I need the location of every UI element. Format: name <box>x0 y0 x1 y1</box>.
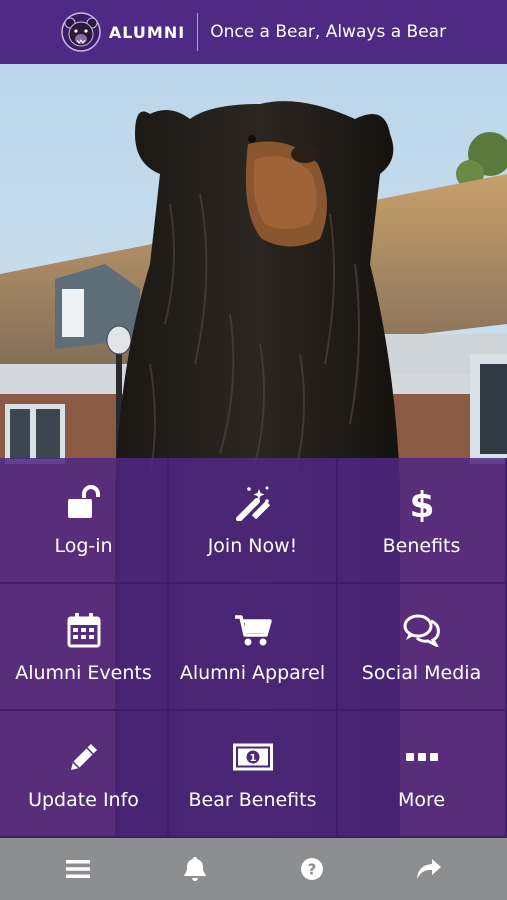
help-icon: ? <box>300 858 323 880</box>
tile-label: Log-in <box>54 535 113 557</box>
bear-logo-icon <box>61 12 101 52</box>
help-button[interactable]: ? <box>282 844 342 894</box>
tile-label: Alumni Events <box>15 661 152 684</box>
svg-text:$: $ <box>409 485 434 522</box>
svg-text:?: ? <box>308 861 317 879</box>
tile-label: More <box>397 788 446 811</box>
unlock-icon <box>64 483 104 523</box>
more-tile[interactable]: More <box>338 711 507 838</box>
join-now-tile[interactable]: Join Now! <box>169 458 338 584</box>
pencil-icon <box>64 737 104 777</box>
bottom-toolbar: ? <box>0 838 507 900</box>
alumni-apparel-tile[interactable]: Alumni Apparel <box>169 584 338 711</box>
svg-text:1: 1 <box>249 753 256 764</box>
update-info-tile[interactable]: Update Info <box>0 711 169 838</box>
alumni-logo[interactable]: ALUMNI <box>61 12 185 52</box>
app-header: ALUMNI Once a Bear, Always a Bear <box>0 0 507 64</box>
bear-benefits-tile[interactable]: 1 Bear Benefits <box>169 711 338 838</box>
menu-button[interactable] <box>48 844 108 894</box>
chat-bubbles-icon <box>402 610 442 650</box>
logo-text: ALUMNI <box>108 22 186 42</box>
social-media-tile[interactable]: Social Media <box>338 584 507 711</box>
notifications-button[interactable] <box>165 844 225 894</box>
tile-label: Benefits <box>382 535 461 557</box>
share-button[interactable] <box>399 844 459 894</box>
tile-label: Alumni Apparel <box>179 661 326 684</box>
money-bill-icon: 1 <box>232 737 273 777</box>
tile-label: Update Info <box>28 788 139 811</box>
tile-label: Join Now! <box>207 535 298 557</box>
tile-label: Bear Benefits <box>188 788 317 811</box>
menu-grid: Log-in Join Now! $ Benefits Alumni Event… <box>0 458 507 838</box>
share-icon <box>416 859 441 879</box>
tagline: Once a Bear, Always a Bear <box>210 22 447 42</box>
magic-wand-icon <box>233 483 273 523</box>
shopping-cart-icon <box>233 610 273 650</box>
alumni-events-tile[interactable]: Alumni Events <box>0 584 169 711</box>
menu-icon <box>66 860 91 878</box>
dollar-icon: $ <box>402 483 442 523</box>
login-tile[interactable]: Log-in <box>0 458 169 584</box>
app-screen: ALUMNI Once a Bear, Always a Bear Log-in… <box>0 0 507 900</box>
ellipsis-icon <box>402 737 442 777</box>
benefits-tile[interactable]: $ Benefits <box>338 458 507 584</box>
bell-icon <box>184 857 207 881</box>
calendar-icon <box>64 610 104 650</box>
header-divider <box>197 13 199 51</box>
tile-label: Social Media <box>361 661 482 684</box>
